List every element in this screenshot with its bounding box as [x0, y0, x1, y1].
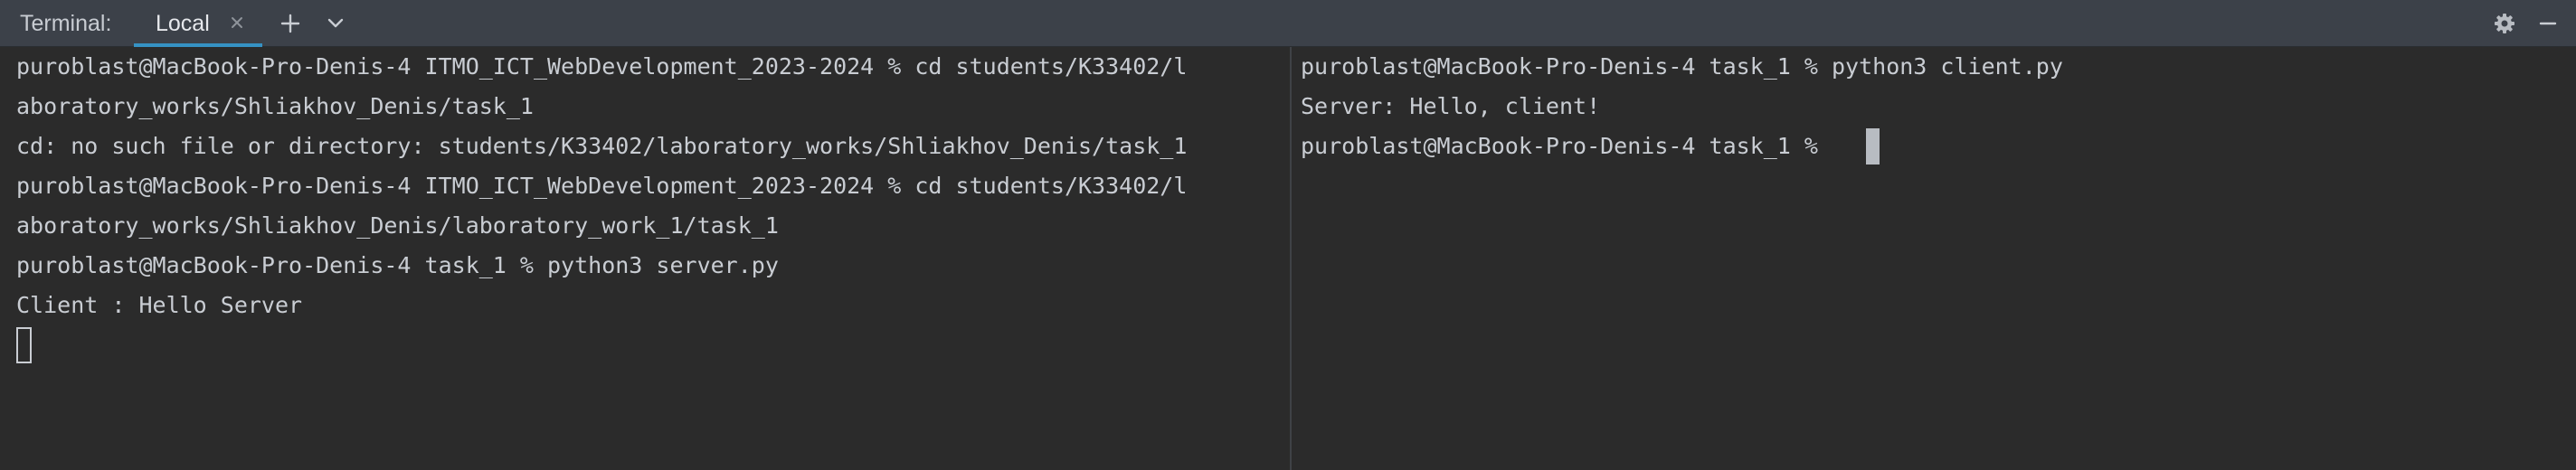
terminal-line: puroblast@MacBook-Pro-Denis-4 task_1 % p… [16, 252, 779, 278]
chevron-down-icon[interactable] [320, 8, 351, 39]
terminal-line: Client : Hello Server [16, 292, 303, 318]
terminal-line: aboratory_works/Shliakhov_Denis/laborato… [16, 212, 779, 239]
terminal-line: puroblast@MacBook-Pro-Denis-4 task_1 % p… [1301, 53, 2063, 80]
terminal-toolbar: Terminal: Local [0, 0, 2576, 47]
terminal-line: puroblast@MacBook-Pro-Denis-4 task_1 % [1301, 133, 1832, 159]
terminal-cursor [16, 327, 32, 363]
terminal-line: cd: no such file or directory: students/… [16, 133, 1188, 159]
terminal-line: aboratory_works/Shliakhov_Denis/task_1 [16, 93, 534, 119]
terminal-pane-left[interactable]: puroblast@MacBook-Pro-Denis-4 ITMO_ICT_W… [0, 47, 1292, 470]
tab-label: Local [156, 11, 210, 36]
minus-icon[interactable] [2533, 8, 2563, 39]
terminal-title: Terminal: [20, 11, 112, 36]
gear-icon[interactable] [2489, 8, 2520, 39]
terminal-cursor [1866, 128, 1880, 164]
terminal-line: Server: Hello, client! [1301, 93, 1601, 119]
close-icon[interactable] [226, 12, 248, 33]
terminal-line: puroblast@MacBook-Pro-Denis-4 ITMO_ICT_W… [16, 53, 1188, 80]
plus-icon[interactable] [275, 8, 306, 39]
terminal-pane-right[interactable]: puroblast@MacBook-Pro-Denis-4 task_1 % p… [1293, 47, 2576, 470]
terminal-line: puroblast@MacBook-Pro-Denis-4 ITMO_ICT_W… [16, 173, 1188, 199]
tab-local[interactable]: Local [134, 0, 262, 47]
